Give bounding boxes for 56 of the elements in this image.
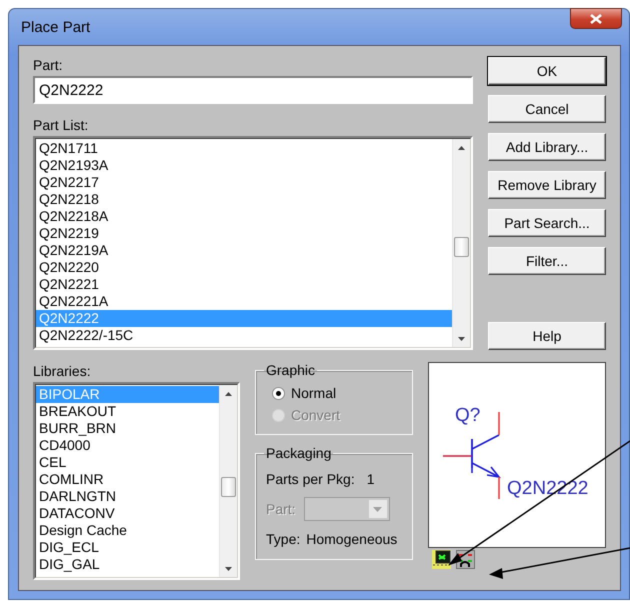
type-label: Type: <box>266 531 300 547</box>
close-button[interactable] <box>570 8 622 29</box>
list-item[interactable]: BURR_BRN <box>36 420 219 437</box>
list-item[interactable]: BREAKOUT <box>36 403 219 420</box>
list-item[interactable]: CEL <box>36 454 219 471</box>
scrollbar[interactable] <box>452 139 470 347</box>
list-item[interactable]: DIG_GAL <box>36 556 219 573</box>
dialog-button[interactable]: Remove Library <box>488 171 606 199</box>
part-label: Part: <box>33 56 64 74</box>
dropdown-arrow-icon <box>373 506 382 512</box>
list-item[interactable]: Q2N2221A <box>36 293 452 310</box>
list-item[interactable]: Q2N2219 <box>36 225 452 242</box>
part-list-label: Part List: <box>33 116 90 134</box>
type-value: Homogeneous <box>306 531 398 547</box>
dialog-button[interactable]: Part Search... <box>488 209 606 237</box>
group-title: Graphic <box>265 362 316 378</box>
dialog-button[interactable]: Cancel <box>488 95 606 123</box>
list-item[interactable]: Q2N2220 <box>36 259 452 276</box>
dialog-button[interactable]: Filter... <box>488 247 606 275</box>
up-arrow-icon <box>225 392 232 396</box>
window-title: Place Part <box>21 19 90 36</box>
list-item[interactable]: CD4000 <box>36 437 219 454</box>
monitor-icon[interactable] <box>432 550 451 569</box>
radio-label: Convert <box>291 407 340 423</box>
list-item[interactable]: Q2N2222/-15C <box>36 327 452 344</box>
up-arrow-icon <box>458 146 465 150</box>
parts-per-pkg-value: 1 <box>366 471 374 487</box>
dialog-button[interactable]: OK <box>488 57 606 85</box>
list-item[interactable]: Q2N2221 <box>36 276 452 293</box>
group-title: Packaging <box>265 445 332 461</box>
list-item[interactable]: DARLNGTN <box>36 488 219 505</box>
list-item[interactable]: Q2N2218 <box>36 191 452 208</box>
list-item[interactable]: DATACONV <box>36 505 219 522</box>
down-arrow-icon <box>225 566 232 570</box>
part-label: Part: <box>266 501 296 517</box>
scroll-thumb[interactable] <box>221 477 236 498</box>
reference-designator: Q? <box>455 405 480 426</box>
radio-label: Normal <box>291 385 336 401</box>
list-item[interactable]: Q2N2219A <box>36 242 452 259</box>
help-button[interactable]: Help <box>488 322 606 350</box>
list-item[interactable]: DIG_ECL <box>36 539 219 556</box>
scroll-thumb[interactable] <box>454 237 469 258</box>
list-item[interactable]: Design Cache <box>36 522 219 539</box>
radio-button[interactable] <box>272 386 285 400</box>
parts-per-pkg-label: Parts per Pkg: <box>266 471 355 487</box>
list-item[interactable]: Q2N2218A <box>36 208 452 225</box>
close-icon <box>590 14 602 24</box>
list-item[interactable]: Q2N2217 <box>36 174 452 191</box>
dialog-button[interactable]: Add Library... <box>488 133 606 161</box>
list-item[interactable]: Q2N1711 <box>36 140 452 157</box>
list-item[interactable]: Q2N2193A <box>36 157 452 174</box>
libraries-label: Libraries: <box>33 362 92 380</box>
part-field[interactable]: Q2N2222 <box>33 76 473 104</box>
scrollbar[interactable] <box>219 385 237 577</box>
down-arrow-icon <box>458 336 465 340</box>
list-item[interactable]: COMLINR <box>36 471 219 488</box>
